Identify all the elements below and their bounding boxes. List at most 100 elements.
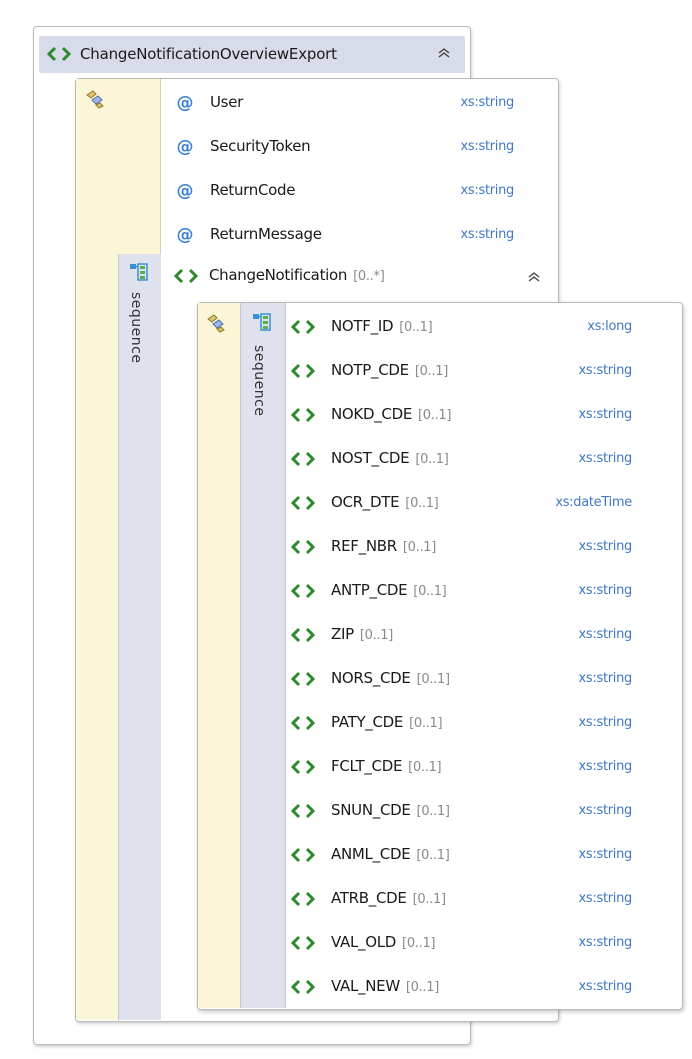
element-cardinality: [0..1] (405, 496, 439, 511)
attribute-type: xs:string (460, 139, 515, 154)
element-name: PATY_CDE (331, 713, 404, 731)
element-name: NOKD_CDE (331, 405, 413, 423)
element-row[interactable]: NOTP_CDE [0..1] xs:string (290, 359, 670, 385)
attribute-at-icon: @ (176, 181, 194, 201)
element-row[interactable]: PATY_CDE [0..1] xs:string (290, 711, 670, 737)
element-row[interactable]: REF_NBR [0..1] xs:string (290, 535, 670, 561)
element-name-group: ATRB_CDE [0..1] (331, 889, 446, 907)
element-type: xs:string (578, 715, 633, 730)
element-name: OCR_DTE (331, 493, 400, 511)
element-diamond-icon (290, 847, 316, 863)
element-cardinality: [0..1] (402, 936, 436, 951)
attribute-type: xs:string (460, 227, 515, 242)
sequence-compositor[interactable] (118, 254, 161, 1020)
element-row[interactable]: ANML_CDE [0..1] xs:string (290, 843, 670, 869)
attribute-at-icon: @ (176, 137, 194, 157)
element-cardinality: [0..1] (405, 980, 440, 995)
element-type: xs:string (578, 979, 633, 994)
element-type: xs:string (578, 583, 633, 598)
element-diamond-icon (173, 268, 199, 284)
element-row[interactable]: SNUN_CDE [0..1] xs:string (290, 799, 670, 825)
element-name-group: NOTF_ID [0..1] (331, 317, 433, 335)
element-name: VAL_OLD (331, 933, 397, 951)
element-type: xs:string (578, 671, 633, 686)
element-type: xs:string (578, 363, 633, 378)
element-name-group: ANML_CDE [0..1] (331, 845, 450, 863)
attribute-at-icon: @ (176, 225, 194, 245)
element-name-group: ANTP_CDE [0..1] (331, 581, 447, 599)
element-name: ANML_CDE (331, 845, 411, 863)
element-cardinality: [0..1] (413, 584, 447, 599)
element-row[interactable]: VAL_NEW [0..1] xs:string (290, 975, 670, 1001)
element-cardinality: [0..1] (416, 804, 450, 819)
element-row[interactable]: NOTF_ID [0..1] xs:long (290, 315, 670, 341)
collapse-chevron-icon[interactable] (527, 270, 541, 287)
element-name-group: NOKD_CDE [0..1] (331, 405, 451, 423)
element-type: xs:long (587, 319, 632, 334)
root-element-name: ChangeNotificationOverviewExport (80, 45, 337, 63)
element-name: SNUN_CDE (331, 801, 411, 819)
element-diamond-icon (290, 495, 316, 511)
complex-type-icon (84, 88, 106, 110)
element-diamond-icon (290, 803, 316, 819)
element-name-group: NOTP_CDE [0..1] (331, 361, 448, 379)
element-diamond-icon (290, 891, 316, 907)
element-diamond-icon (290, 759, 316, 775)
element-name: NORS_CDE (331, 669, 411, 687)
element-diamond-icon (290, 451, 316, 467)
element-row[interactable]: ANTP_CDE [0..1] xs:string (290, 579, 670, 605)
element-diamond-icon (290, 979, 316, 995)
attribute-type: xs:string (460, 183, 515, 198)
element-diamond-icon (290, 671, 316, 687)
child-element-name: ChangeNotification (209, 266, 348, 284)
element-cardinality: [0..1] (409, 716, 443, 731)
element-cardinality: [0..1] (416, 848, 450, 863)
child-element-cardinality: [0..*] (353, 269, 385, 284)
element-diamond-icon (290, 407, 316, 423)
element-row[interactable]: NOST_CDE [0..1] xs:string (290, 447, 670, 473)
element-name-group: SNUN_CDE [0..1] (331, 801, 450, 819)
element-type: xs:string (578, 407, 633, 422)
element-type: xs:string (578, 803, 633, 818)
collapse-chevron-icon[interactable] (437, 46, 451, 63)
element-cardinality: [0..1] (402, 540, 437, 555)
element-name: ZIP (331, 625, 354, 643)
attribute-name: User (210, 93, 243, 111)
element-cardinality: [0..1] (399, 320, 433, 335)
element-row[interactable]: ZIP [0..1] xs:string (290, 623, 670, 649)
element-cardinality: [0..1] (359, 628, 394, 643)
element-cardinality: [0..1] (412, 892, 446, 907)
element-type: xs:string (578, 539, 633, 554)
element-row[interactable]: NORS_CDE [0..1] xs:string (290, 667, 670, 693)
element-row[interactable]: FCLT_CDE [0..1] xs:string (290, 755, 670, 781)
element-cardinality: [0..1] (414, 364, 448, 379)
element-row[interactable]: NOKD_CDE [0..1] xs:string (290, 403, 670, 429)
sequence-compositor-icon (252, 312, 272, 332)
element-diamond-icon (290, 627, 316, 643)
element-diamond-icon (290, 583, 316, 599)
complex-type-strip (198, 303, 240, 1008)
element-name: NOTF_ID (331, 317, 394, 335)
element-name: VAL_NEW (331, 977, 400, 995)
element-name: NOST_CDE (331, 449, 410, 467)
attribute-type: xs:string (460, 95, 515, 110)
element-type: xs:dateTime (555, 495, 632, 510)
element-type: xs:string (578, 891, 633, 906)
attribute-at-icon: @ (176, 93, 194, 113)
element-cardinality: [0..1] (415, 452, 449, 467)
attribute-name: SecurityToken (210, 137, 311, 155)
element-row[interactable]: VAL_OLD [0..1] xs:string (290, 931, 670, 957)
element-name-group: VAL_OLD [0..1] (331, 933, 436, 951)
element-cardinality: [0..1] (418, 408, 452, 423)
element-name-group: NORS_CDE [0..1] (331, 669, 450, 687)
element-diamond-icon (290, 935, 316, 951)
child-element-row[interactable]: ChangeNotification [0..*] (209, 266, 385, 284)
element-name-group: NOST_CDE [0..1] (331, 449, 449, 467)
element-row[interactable]: OCR_DTE [0..1] xs:dateTime (290, 491, 670, 517)
element-name: FCLT_CDE (331, 757, 403, 775)
attribute-name: ReturnCode (210, 181, 296, 199)
element-row[interactable]: ATRB_CDE [0..1] xs:string (290, 887, 670, 913)
complex-type-icon (205, 312, 227, 334)
element-name: ATRB_CDE (331, 889, 407, 907)
element-diamond-icon (290, 715, 316, 731)
